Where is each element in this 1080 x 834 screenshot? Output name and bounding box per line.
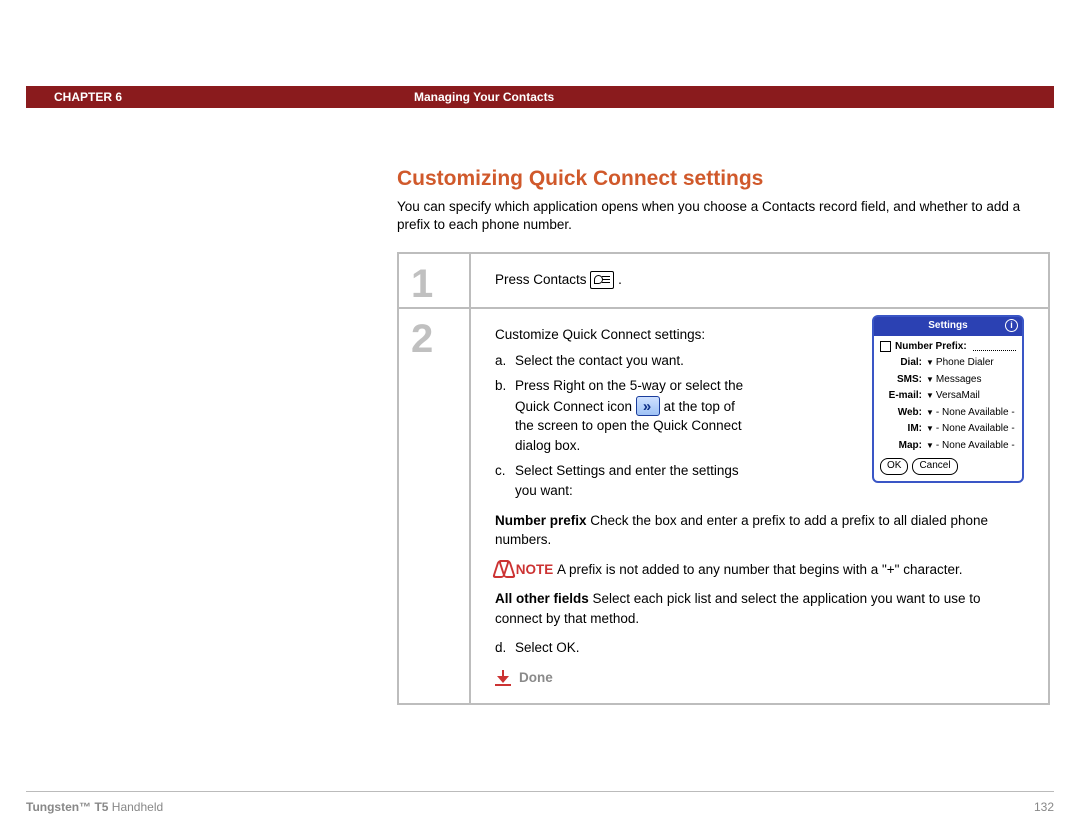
email-label: E-mail: (880, 389, 924, 404)
ok-button[interactable]: OK (880, 458, 908, 475)
dial-label: Dial: (880, 356, 924, 371)
dropdown-icon[interactable]: ▼ (926, 357, 934, 369)
substep-text: Press Right on the 5-way or select the Q… (515, 376, 755, 455)
dropdown-icon[interactable]: ▼ (926, 407, 934, 419)
sms-row: SMS: ▼ Messages (880, 373, 1016, 388)
other-fields-para: All other fields Select each pick list a… (495, 589, 1024, 628)
contacts-icon (590, 271, 614, 289)
dropdown-icon[interactable]: ▼ (926, 440, 934, 452)
web-label: Web: (880, 406, 924, 421)
im-label: IM: (880, 422, 924, 437)
product-name-rest: Handheld (108, 800, 163, 814)
step-number-cell: 1 (399, 254, 471, 307)
map-value[interactable]: - None Available - (936, 439, 1015, 454)
step-row-2: 2 Settings i Number Prefix: Dial: (399, 309, 1048, 703)
page-number: 132 (1034, 800, 1054, 814)
done-row: Done (495, 668, 1024, 688)
substep-letter: a. (495, 351, 515, 371)
cancel-button[interactable]: Cancel (912, 458, 957, 475)
email-value[interactable]: VersaMail (936, 389, 980, 404)
note-para: NOTE A prefix is not added to any number… (495, 560, 1024, 580)
number-prefix-label: Number Prefix: (895, 340, 967, 355)
substep-letter: c. (495, 461, 515, 500)
number-prefix-term: Number prefix (495, 513, 587, 528)
dropdown-icon[interactable]: ▼ (926, 374, 934, 386)
dialog-buttons: OK Cancel (880, 453, 1016, 475)
done-label: Done (519, 668, 553, 688)
step1-posttext: . (618, 272, 622, 287)
settings-title-text: Settings (928, 320, 967, 331)
step-number-cell: 2 (399, 309, 471, 703)
settings-dialog: Settings i Number Prefix: Dial: ▼ Phone … (872, 315, 1024, 483)
sms-value[interactable]: Messages (936, 373, 982, 388)
substeps-lower: d. Select OK. (495, 638, 1024, 658)
other-fields-term: All other fields (495, 591, 589, 606)
substep-text: Select OK. (515, 638, 580, 658)
info-icon[interactable]: i (1005, 319, 1018, 332)
im-row: IM: ▼ - None Available - (880, 422, 1016, 437)
number-prefix-field[interactable] (973, 342, 1016, 351)
step-number: 2 (399, 309, 469, 362)
step-number: 1 (399, 254, 469, 307)
dial-value[interactable]: Phone Dialer (936, 356, 994, 371)
quick-connect-icon (636, 396, 660, 416)
chapter-header-bar: CHAPTER 6 Managing Your Contacts (26, 86, 1054, 108)
note-label: NOTE (516, 562, 557, 577)
steps-container: 1 Press Contacts . 2 Settings i Numb (397, 252, 1050, 705)
step-body: Press Contacts . (471, 254, 1048, 307)
map-row: Map: ▼ - None Available - (880, 439, 1016, 454)
section-intro: You can specify which application opens … (397, 198, 1050, 234)
substep-letter: b. (495, 376, 515, 455)
dial-row: Dial: ▼ Phone Dialer (880, 356, 1016, 371)
substep-text: Select Settings and enter the settings y… (515, 461, 755, 500)
step-row-1: 1 Press Contacts . (399, 254, 1048, 309)
substep-b: b. Press Right on the 5-way or select th… (495, 376, 755, 455)
done-arrow-icon (495, 670, 511, 686)
web-value[interactable]: - None Available - (936, 406, 1015, 421)
product-name-bold: Tungsten™ T5 (26, 800, 108, 814)
sms-label: SMS: (880, 373, 924, 388)
dropdown-icon[interactable]: ▼ (926, 423, 934, 435)
web-row: Web: ▼ - None Available - (880, 406, 1016, 421)
settings-dialog-title: Settings i (874, 317, 1022, 336)
map-label: Map: (880, 439, 924, 454)
section-heading: Customizing Quick Connect settings (397, 167, 763, 191)
substep-a: a. Select the contact you want. (495, 351, 755, 371)
dropdown-icon[interactable]: ▼ (926, 390, 934, 402)
email-row: E-mail: ▼ VersaMail (880, 389, 1016, 404)
footer-divider (26, 791, 1054, 792)
step-body: Settings i Number Prefix: Dial: ▼ Phone … (471, 309, 1048, 703)
note-text: A prefix is not added to any number that… (557, 562, 962, 577)
number-prefix-para: Number prefix Check the box and enter a … (495, 511, 1024, 550)
step1-pretext: Press Contacts (495, 272, 590, 287)
im-value[interactable]: - None Available - (936, 422, 1015, 437)
chapter-label: CHAPTER 6 (26, 90, 414, 104)
page-footer: Tungsten™ T5 Handheld 132 (26, 800, 1054, 814)
substep-d: d. Select OK. (495, 638, 1024, 658)
note-icon (495, 560, 512, 577)
chapter-title: Managing Your Contacts (414, 90, 554, 104)
substep-c: c. Select Settings and enter the setting… (495, 461, 755, 500)
settings-body: Number Prefix: Dial: ▼ Phone Dialer SMS:… (874, 336, 1022, 481)
product-name: Tungsten™ T5 Handheld (26, 800, 163, 814)
number-prefix-checkbox[interactable] (880, 341, 891, 352)
number-prefix-row: Number Prefix: (880, 340, 1016, 355)
substep-letter: d. (495, 638, 515, 658)
substep-text: Select the contact you want. (515, 351, 684, 371)
